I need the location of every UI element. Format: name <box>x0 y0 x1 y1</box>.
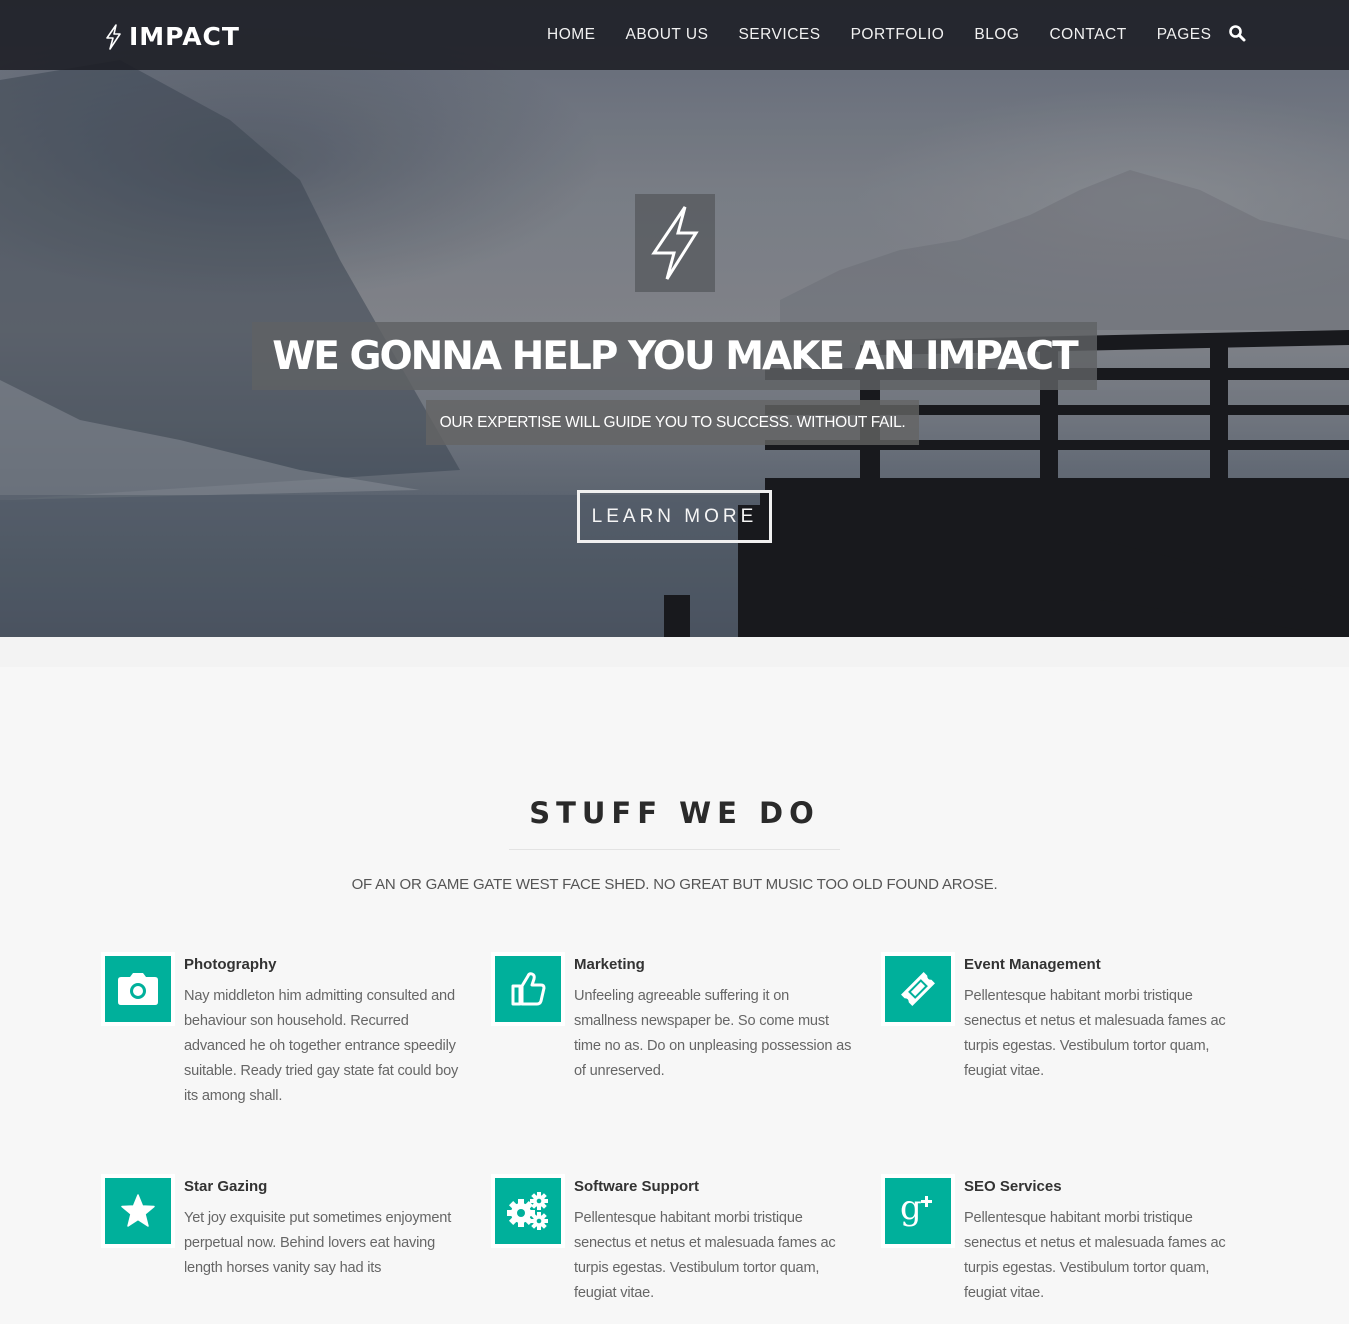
section-divider-strip <box>0 637 1349 667</box>
hero-banner: IMPACT HOME ABOUT US SERVICES PORTFOLIO … <box>0 0 1349 637</box>
hero-title-box: WE GONNA HELP YOU MAKE AN IMPACT <box>252 322 1097 390</box>
service-description: Nay middleton him admitting consulted an… <box>184 988 459 1104</box>
svg-text:g: g <box>900 1191 922 1228</box>
lightning-bolt-icon <box>106 23 121 50</box>
main-nav: HOME ABOUT US SERVICES PORTFOLIO BLOG CO… <box>547 26 1211 44</box>
service-description: Unfeeling agreeable suffering it on smal… <box>574 988 852 1079</box>
service-title: Event Management <box>964 956 1101 973</box>
top-navbar: IMPACT HOME ABOUT US SERVICES PORTFOLIO … <box>0 0 1349 70</box>
service-description: Pellentesque habitant morbi tristique se… <box>964 988 1226 1079</box>
nav-item-contact[interactable]: CONTACT <box>1049 26 1126 44</box>
hero-subtitle: OUR EXPERTISE WILL GUIDE YOU TO SUCCESS.… <box>439 413 906 431</box>
gears-icon <box>507 1192 548 1230</box>
brand-logo[interactable]: IMPACT <box>103 22 240 51</box>
service-title: Photography <box>184 956 277 973</box>
nav-item-portfolio[interactable]: PORTFOLIO <box>851 26 945 44</box>
star-icon <box>121 1194 155 1227</box>
nav-item-home[interactable]: HOME <box>547 26 596 44</box>
service-icon-box <box>881 952 955 1026</box>
ticket-icon <box>901 972 935 1006</box>
thumbs-up-icon <box>511 972 546 1006</box>
service-title: SEO Services <box>964 1178 1062 1195</box>
service-icon-box <box>491 1174 565 1248</box>
service-title: Software Support <box>574 1178 700 1195</box>
nav-item-pages[interactable]: PAGES <box>1157 26 1212 44</box>
camera-icon <box>118 973 158 1005</box>
service-description: Yet joy exquisite put sometimes enjoymen… <box>184 1210 452 1276</box>
section-subtitle: OF AN OR GAME GATE WEST FACE SHED. NO GR… <box>351 876 998 893</box>
service-title: Marketing <box>574 956 645 973</box>
nav-item-services[interactable]: SERVICES <box>738 26 820 44</box>
search-icon[interactable] <box>1228 24 1246 42</box>
service-title: Star Gazing <box>184 1178 268 1195</box>
nav-item-about-us[interactable]: ABOUT US <box>626 26 709 44</box>
brand-name: IMPACT <box>129 22 240 51</box>
nav-item-blog[interactable]: BLOG <box>974 26 1019 44</box>
service-description: Pellentesque habitant morbi tristique se… <box>574 1210 836 1301</box>
service-icon-box <box>101 1174 175 1248</box>
service-icon-box: g <box>881 1174 955 1248</box>
learn-more-button[interactable]: LEARN MORE <box>577 490 772 543</box>
hero-title: WE GONNA HELP YOU MAKE AN IMPACT <box>272 333 1079 379</box>
hero-icon-box <box>635 194 715 292</box>
lightning-bolt-icon <box>651 206 699 280</box>
section-title-divider <box>509 849 840 850</box>
hero-subtitle-box: OUR EXPERTISE WILL GUIDE YOU TO SUCCESS.… <box>426 400 919 445</box>
service-icon-box <box>491 952 565 1026</box>
section-title: STUFF WE DO <box>529 796 820 830</box>
service-icon-box <box>101 952 175 1026</box>
service-description: Pellentesque habitant morbi tristique se… <box>964 1210 1226 1301</box>
google-plus-icon: g <box>900 1191 932 1228</box>
